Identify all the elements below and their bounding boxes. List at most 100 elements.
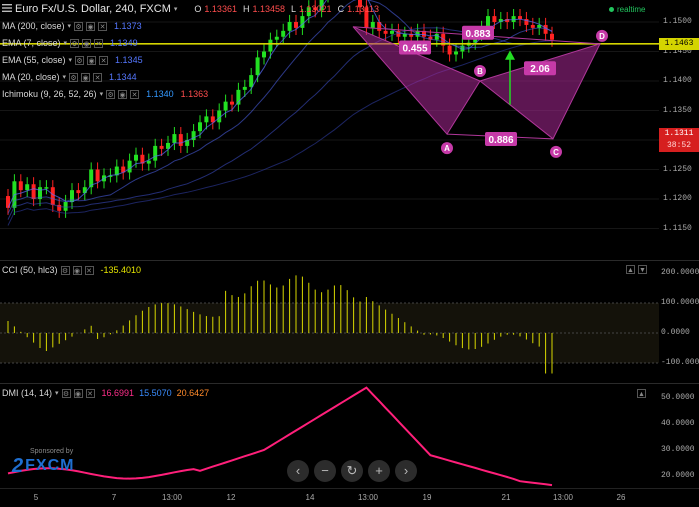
candle-body [159,145,164,149]
close-icon[interactable]: ✕ [98,21,108,31]
ratio-label-text: 0.883 [465,29,490,40]
indicator-row[interactable]: MA (200, close) ▾ ⚙ ◉ ✕ 1.1373 [2,21,142,31]
settings-icon[interactable]: ⚙ [75,55,85,65]
zoom-in-button[interactable]: + [368,460,390,482]
scroll-right-button[interactable]: › [395,460,417,482]
time-tick-label: 13:00 [552,493,574,502]
chevron-down-icon[interactable]: ▾ [55,389,59,397]
cci-tick-label: 200.0000 [661,268,699,277]
candle-body [390,30,394,34]
symbol-title[interactable]: Euro Fx/U.S. Dollar, 240, FXCM [15,3,171,15]
cci-axis[interactable]: 200.0000 100.0000 0.0000 -100.0000 [659,261,699,383]
cci-header: CCI (50, hlc3) ⚙ ◉ ✕ -135.4010 [2,265,141,275]
dmi-axis[interactable]: 50.0000 40.0000 30.0000 20.0000 [659,384,699,488]
settings-icon[interactable]: ⚙ [69,72,79,82]
visibility-icon[interactable]: ◉ [73,388,83,398]
indicator-value: 1.1349 [110,38,138,48]
close-icon[interactable]: ✕ [94,38,104,48]
chevron-down-icon[interactable]: ▾ [69,56,73,64]
visibility-icon[interactable]: ◉ [87,55,97,65]
realtime-indicator: realtime [609,5,645,14]
price-tick-label: 1.1350 [663,105,692,115]
candle-body [262,51,266,58]
last-price: 1.1311 [664,128,694,138]
close-icon[interactable]: ✕ [99,55,109,65]
price-axis[interactable]: 1.15001.14501.14001.13501.13001.12501.12… [659,0,699,260]
candle-body [242,86,247,90]
indicator-row[interactable]: MA (20, close) ▾ ⚙ ◉ ✕ 1.1344 [2,72,137,82]
chevron-down-icon[interactable]: ▾ [174,5,178,13]
price-tick-label: 1.1250 [663,164,692,174]
ratio-label-text: 0.455 [402,44,427,55]
candle-body [447,45,452,55]
cci-pane[interactable] [0,261,659,383]
ma-200-line [7,40,553,226]
chevron-down-icon[interactable]: ▾ [100,90,104,98]
cci-label[interactable]: CCI (50, hlc3) [2,265,58,275]
ohlc-key: L [291,4,297,14]
cci-tick-label: -100.0000 [661,358,699,367]
candle-body [6,196,10,208]
visibility-icon[interactable]: ◉ [86,21,96,31]
close-icon[interactable]: ✕ [93,72,103,82]
dmi-line [7,386,553,487]
settings-icon[interactable]: ⚙ [60,265,70,275]
settings-icon[interactable]: ⚙ [106,89,116,99]
visibility-icon[interactable]: ◉ [81,72,91,82]
chevron-down-icon[interactable]: ▾ [63,73,67,81]
reset-button[interactable]: ↻ [341,460,363,482]
candle-body [204,116,209,123]
hamburger-icon[interactable] [2,4,12,14]
indicator-value: 1.1373 [114,21,142,31]
indicator-name[interactable]: MA (20, close) [2,72,60,82]
dmi-label[interactable]: DMI (14, 14) [2,388,52,398]
candle-body [287,22,292,31]
scroll-left-button[interactable]: ‹ [287,460,309,482]
indicator-name[interactable]: MA (200, close) [2,21,65,31]
settings-icon[interactable]: ⚙ [61,388,71,398]
indicator-name[interactable]: Ichimoku (9, 26, 52, 26) [2,89,97,99]
arrow-down-icon[interactable]: ▼ [638,265,647,274]
settings-icon[interactable]: ⚙ [70,38,80,48]
close-icon[interactable]: ✕ [85,388,95,398]
ratio-label: 0.886 [485,132,517,146]
chevron-down-icon[interactable]: ▾ [68,22,72,30]
indicator-row[interactable]: EMA (7, close) ▾ ⚙ ◉ ✕ 1.1349 [2,38,138,48]
close-icon[interactable]: ✕ [84,265,94,275]
candle-body [249,75,254,87]
candle-body [172,134,177,143]
candle-body [44,187,49,189]
settings-icon[interactable]: ⚙ [74,21,84,31]
arrow-up-icon[interactable]: ▲ [626,265,635,274]
candle-body [550,33,554,40]
status-dot-icon [609,7,614,12]
price-tick-label: 1.1500 [663,17,692,26]
indicator-value: 1.1344 [109,72,137,82]
close-icon[interactable]: ✕ [130,89,140,99]
candle-body [178,134,183,146]
ratio-label: 0.455 [399,40,431,55]
time-tick-label: 5 [33,493,39,502]
candle-body [383,30,388,34]
cci-chart[interactable] [0,261,659,383]
candle-body [274,36,279,40]
indicator-row[interactable]: Ichimoku (9, 26, 52, 26) ▾ ⚙ ◉ ✕ 1.1340 1.1363 [2,89,208,99]
time-tick-label: 26 [616,493,626,502]
visibility-icon[interactable]: ◉ [118,89,128,99]
pattern-point-b: B [474,65,486,77]
zoom-out-button[interactable]: − [314,460,336,482]
indicator-name[interactable]: EMA (7, close) [2,38,61,48]
visibility-icon[interactable]: ◉ [82,38,92,48]
indicator-row[interactable]: EMA (55, close) ▾ ⚙ ◉ ✕ 1.1345 [2,55,143,65]
arrow-up-icon[interactable]: ▲ [637,389,646,398]
visibility-icon[interactable]: ◉ [72,265,82,275]
indicator-value: 1.1340 [146,89,174,99]
candle-body [370,22,375,28]
indicator-name[interactable]: EMA (55, close) [2,55,66,65]
chevron-down-icon[interactable]: ▾ [64,39,68,47]
candle-body [76,190,81,194]
dmi-values: 16.6991 15.5070 20.6427 [102,388,215,398]
sponsor-logo[interactable]: Sponsored by 2 FXCM [12,448,74,476]
harmonic-pattern: 0.455 2.06 0.883 0.886 A B C D [352,25,608,158]
point-label: A [444,144,450,153]
